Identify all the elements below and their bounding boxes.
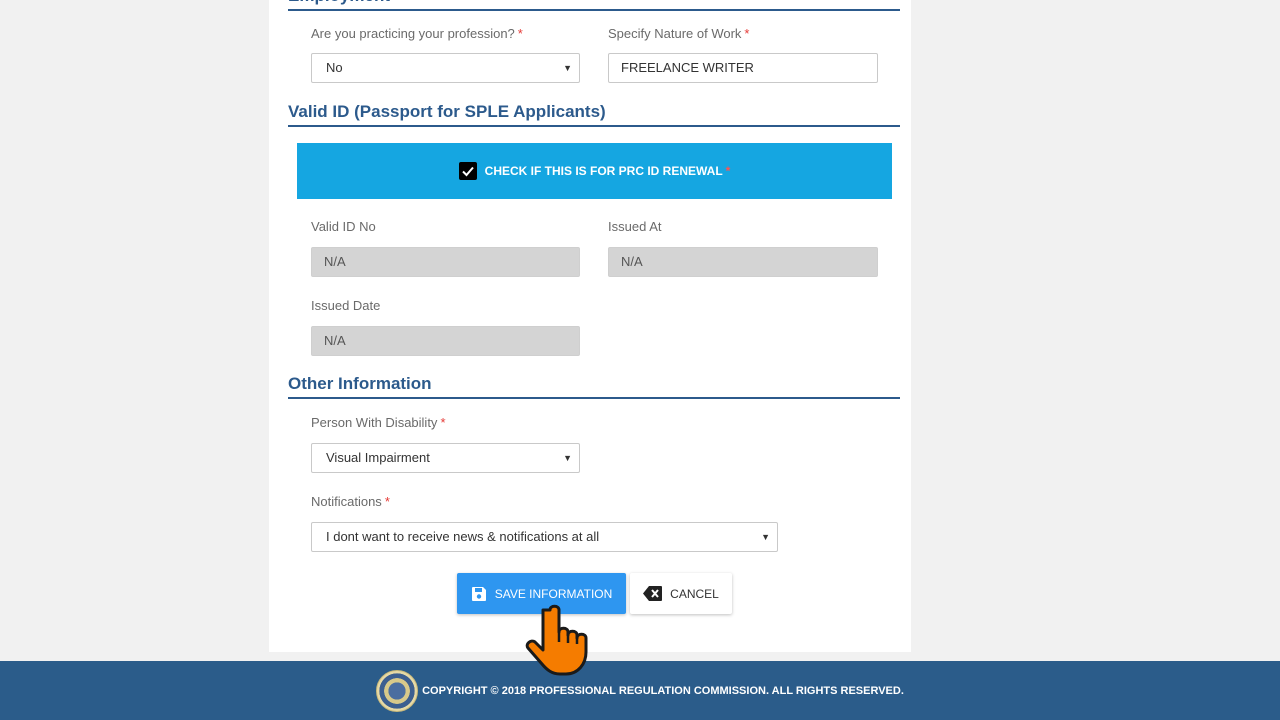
disability-label-text: Person With Disability [311,415,438,430]
issued-date-value: N/A [324,333,346,348]
pointing-hand-cursor-icon [525,604,588,676]
checkmark-icon [461,166,474,177]
prc-renewal-banner: CHECK IF THIS IS FOR PRC ID RENEWAL * [297,143,892,199]
notifications-select[interactable]: I dont want to receive news & notificati… [311,522,778,552]
prc-renewal-label: CHECK IF THIS IS FOR PRC ID RENEWAL * [485,164,731,178]
backspace-x-icon [643,586,663,601]
notifications-label: Notifications * [311,494,390,509]
cancel-button[interactable]: CANCEL [630,573,732,614]
copyright-text: COPYRIGHT © 2018 PROFESSIONAL REGULATION… [422,684,904,697]
issued-date-label: Issued Date [311,298,381,313]
required-mark: * [744,26,750,41]
disability-value: Visual Impairment [326,450,430,465]
notifications-label-text: Notifications [311,494,382,509]
practicing-profession-select[interactable]: No ▼ [311,53,580,83]
valid-id-no-value: N/A [324,254,346,269]
save-information-label: SAVE INFORMATION [494,586,613,601]
practicing-profession-label: Are you practicing your profession? * [311,26,523,41]
section-title-employment: Employment [288,0,900,11]
issued-at-input[interactable]: N/A [608,247,878,277]
valid-id-no-label: Valid ID No [311,219,376,234]
form-card: Employment Are you practicing your profe… [269,0,911,652]
section-title-valid-id: Valid ID (Passport for SPLE Applicants) [288,102,900,127]
nature-of-work-label-text: Specify Nature of Work [608,26,742,41]
page-footer: COPYRIGHT © 2018 PROFESSIONAL REGULATION… [0,661,1280,720]
dropdown-caret-icon: ▼ [563,453,572,463]
practicing-profession-label-text: Are you practicing your profession? [311,26,515,41]
dropdown-caret-icon: ▼ [761,532,770,542]
issued-at-value: N/A [621,254,643,269]
nature-of-work-input[interactable]: FREELANCE WRITER [608,53,878,83]
prc-renewal-checkbox[interactable] [458,162,477,180]
dropdown-caret-icon: ▼ [563,63,572,73]
issued-date-input[interactable]: N/A [311,326,580,356]
disability-select[interactable]: Visual Impairment ▼ [311,443,580,473]
section-title-other-information: Other Information [288,374,900,399]
cancel-label: CANCEL [670,586,719,601]
issued-at-label: Issued At [608,219,662,234]
prc-renewal-label-text: CHECK IF THIS IS FOR PRC ID RENEWAL [484,164,723,178]
floppy-disk-icon [471,586,487,602]
nature-of-work-value: FREELANCE WRITER [621,60,754,75]
required-mark: * [517,26,523,41]
nature-of-work-label: Specify Nature of Work * [608,26,749,41]
prc-seal-logo [376,669,419,712]
required-mark: * [384,494,390,509]
practicing-profession-value: No [326,60,343,75]
valid-id-no-input[interactable]: N/A [311,247,580,277]
required-mark: * [725,164,731,178]
required-mark: * [440,415,446,430]
notifications-value: I dont want to receive news & notificati… [326,529,600,544]
disability-label: Person With Disability * [311,415,446,430]
